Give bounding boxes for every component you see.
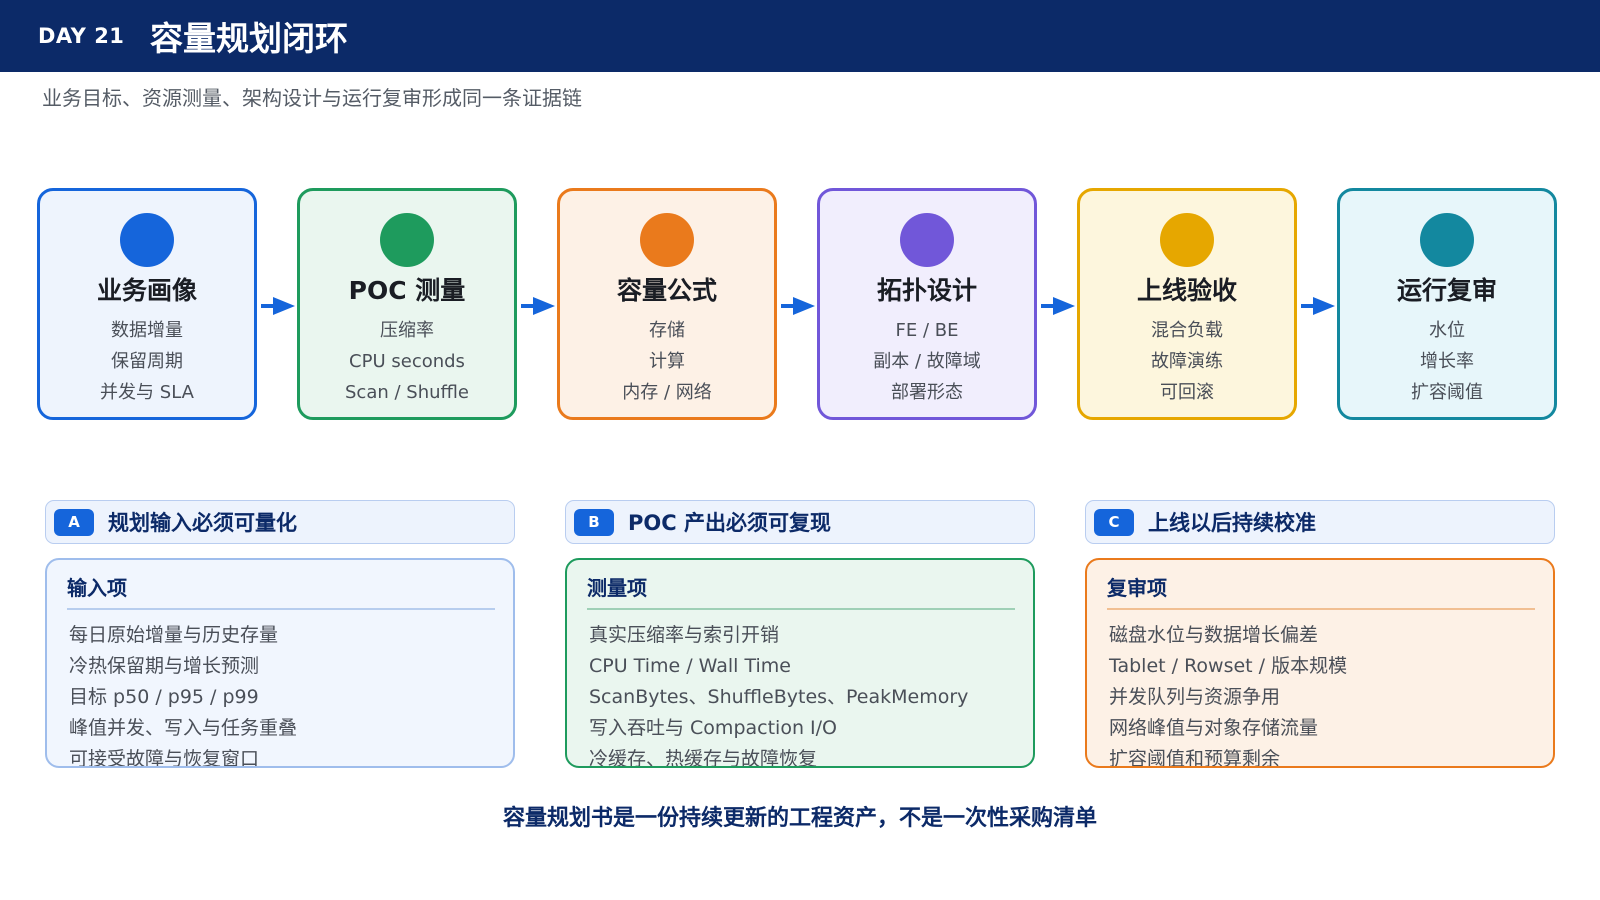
step-launch-acceptance: 上线验收 混合负载 故障演练 可回滚 [1077,188,1297,420]
list-item: 冷热保留期与增长预测 [69,655,260,677]
step-operation-review: 运行复审 水位 增长率 扩容阈值 [1337,188,1557,420]
step-item: 水位 [1429,320,1465,341]
section-badge: C [1094,509,1134,536]
section-badge: A [54,509,94,536]
step-name: 业务画像 [96,276,197,305]
step-business-profile: 业务画像 数据增量 保留周期 并发与 SLA [37,188,257,420]
section-label: 规划输入必须可量化 [108,511,297,535]
step-capacity-formula: 容量公式 存储 计算 内存 / 网络 [557,188,777,420]
section-badge: B [574,509,614,536]
day-label: DAY 21 [38,24,125,48]
arrow-right-icon [1301,297,1335,315]
arrow-right-icon [1041,297,1075,315]
step-item: Scan / Shuffle [345,382,469,403]
list-item: 网络峰值与对象存储流量 [1109,717,1319,739]
list-item: 冷缓存、热缓存与故障恢复 [589,748,818,768]
arrow-right-icon [781,297,815,315]
list-item: 目标 p50 / p95 / p99 [69,686,259,708]
step-item: 存储 [649,320,685,341]
list-item: 峰值并发、写入与任务重叠 [69,717,298,739]
list-item: 写入吞吐与 Compaction I/O [589,717,837,739]
step-name: 运行复审 [1396,276,1497,305]
step-name: 上线验收 [1136,276,1237,305]
list-box-measurements: 测量项 真实压缩率与索引开销 CPU Time / Wall Time Scan… [565,558,1035,768]
step-topology-design: 拓扑设计 FE / BE 副本 / 故障域 部署形态 [817,188,1037,420]
step-poc-measure: POC 测量 压缩率 CPU seconds Scan / Shuffle [297,188,517,420]
step-item: 压缩率 [380,320,434,341]
step-dot-icon [900,213,954,267]
divider [1107,608,1535,610]
section-label: 上线以后持续校准 [1148,511,1316,535]
list-box-inputs: 输入项 每日原始增量与历史存量 冷热保留期与增长预测 目标 p50 / p95 … [45,558,515,768]
arrow-right-icon [261,297,295,315]
step-item: 扩容阈值 [1411,382,1483,403]
step-dot-icon [120,213,174,267]
footer-conclusion: 容量规划书是一份持续更新的工程资产，不是一次性采购清单 [502,806,1097,831]
header-bar: DAY 21 容量规划闭环 [0,0,1600,72]
step-item: 混合负载 [1151,320,1223,341]
step-item: 内存 / 网络 [622,382,712,403]
step-dot-icon [1420,213,1474,267]
list-item: Tablet / Rowset / 版本规模 [1109,655,1348,677]
list-item: CPU Time / Wall Time [589,655,791,677]
list-item: ScanBytes、ShuffleBytes、PeakMemory [589,686,969,708]
list-item: 每日原始增量与历史存量 [69,624,279,646]
step-item: 保留周期 [111,351,183,372]
divider [587,608,1015,610]
section-label: POC 产出必须可复现 [628,511,831,535]
step-dot-icon [1160,213,1214,267]
section-header-a: A 规划输入必须可量化 [45,500,515,544]
list-box-title: 测量项 [587,576,647,600]
arrow-right-icon [521,297,555,315]
list-item: 并发队列与资源争用 [1109,686,1281,708]
list-item: 真实压缩率与索引开销 [589,624,780,646]
step-item: 增长率 [1420,351,1474,372]
step-dot-icon [380,213,434,267]
section-header-c: C 上线以后持续校准 [1085,500,1555,544]
step-item: 部署形态 [891,382,963,403]
step-dot-icon [640,213,694,267]
step-item: 故障演练 [1151,351,1223,372]
page-title: 容量规划闭环 [150,19,348,58]
step-name: POC 测量 [348,276,466,305]
step-name: 容量公式 [616,276,717,305]
step-item: 计算 [649,351,685,372]
step-name: 拓扑设计 [876,276,977,305]
section-header-b: B POC 产出必须可复现 [565,500,1035,544]
list-box-title: 复审项 [1107,576,1167,600]
step-item: CPU seconds [349,351,465,372]
list-item: 磁盘水位与数据增长偏差 [1109,624,1319,646]
step-item: 可回滚 [1160,382,1214,403]
list-box-reviews: 复审项 磁盘水位与数据增长偏差 Tablet / Rowset / 版本规模 并… [1085,558,1555,768]
page-subtitle: 业务目标、资源测量、架构设计与运行复审形成同一条证据链 [42,86,582,110]
step-item: 并发与 SLA [100,382,194,403]
list-item: 扩容阈值和预算剩余 [1109,748,1281,768]
divider [67,608,495,610]
list-item: 可接受故障与恢复窗口 [69,748,260,768]
step-item: FE / BE [895,320,959,341]
list-box-title: 输入项 [67,576,127,600]
step-item: 数据增量 [111,320,183,341]
step-item: 副本 / 故障域 [873,351,981,372]
